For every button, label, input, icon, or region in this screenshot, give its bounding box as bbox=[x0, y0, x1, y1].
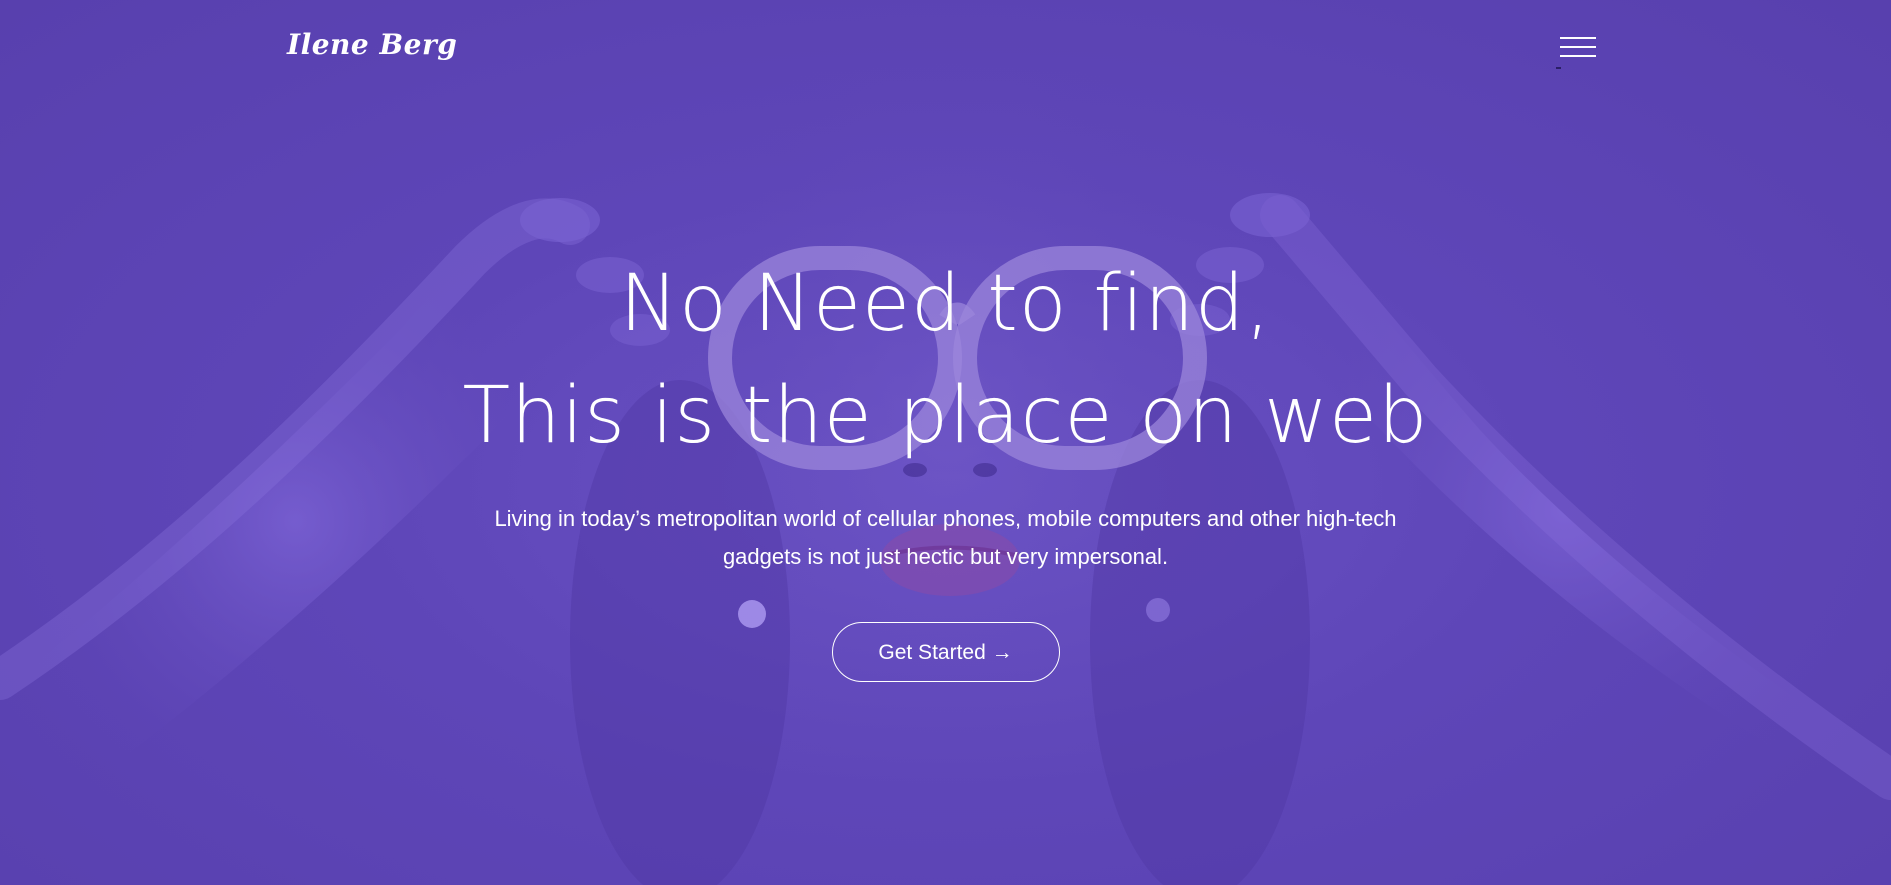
menu-bar-top bbox=[1560, 37, 1596, 39]
hero-content: No Need to find, This is the place on we… bbox=[0, 248, 1891, 682]
site-logo[interactable]: Ilene Berg bbox=[287, 28, 457, 61]
menu-indicator bbox=[1556, 67, 1561, 69]
hero-subtext: Living in today’s metropolitan world of … bbox=[494, 506, 1397, 569]
site-header: Ilene Berg bbox=[0, 0, 1891, 100]
menu-bar-middle bbox=[1560, 46, 1596, 48]
hero-section: Ilene Berg No Need to find, This is the … bbox=[0, 0, 1891, 885]
menu-bar-bottom bbox=[1560, 55, 1596, 57]
hero-headline-line-1: No Need to find, bbox=[619, 259, 1272, 349]
hamburger-menu-icon[interactable] bbox=[1560, 34, 1598, 62]
hero-headline-line-2: This is the place on web bbox=[462, 371, 1429, 461]
hero-headline: No Need to find, This is the place on we… bbox=[0, 248, 1891, 472]
get-started-button[interactable]: Get Started → bbox=[831, 622, 1060, 682]
